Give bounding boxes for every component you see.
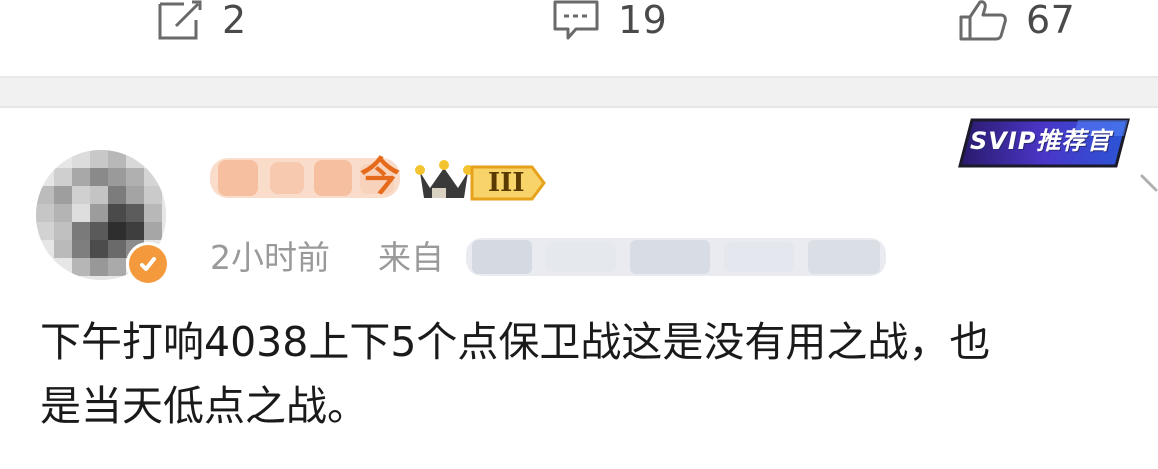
source-label: 来自 (378, 238, 444, 277)
edit-square-icon (158, 0, 202, 40)
divider (0, 106, 1158, 108)
svip-badge-label: SVIP推荐官 (970, 127, 1112, 155)
thumbs-up-icon (959, 0, 1007, 41)
action-bar: 2 19 67 (0, 0, 1158, 76)
comment-count: 19 (618, 0, 668, 42)
section-gap (0, 78, 1158, 106)
comment-button[interactable]: 19 (552, 0, 667, 40)
repost-count: 2 (222, 0, 247, 42)
verified-badge-icon (126, 242, 170, 286)
post-time: 2小时前 (210, 238, 330, 277)
repost-button[interactable]: 2 (156, 0, 247, 40)
like-button[interactable]: 67 (958, 0, 1076, 42)
chevron-down-icon[interactable] (1140, 172, 1158, 202)
like-count: 67 (1026, 0, 1076, 42)
crown-icon (415, 160, 473, 198)
source-redacted[interactable] (466, 228, 886, 286)
level-badge-label: III (488, 168, 525, 198)
post-text: 下午打响4038上下5个点保卫战这是没有用之战，也 是当天低点之战。 (40, 318, 991, 430)
comment-bubble-icon (553, 0, 599, 40)
username-visible-part[interactable]: 今 (360, 144, 400, 202)
